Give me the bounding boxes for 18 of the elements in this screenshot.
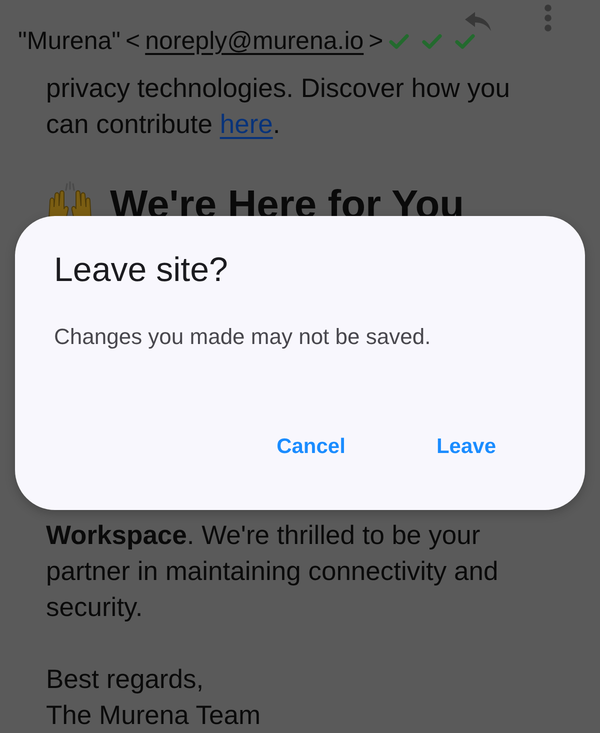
leave-button[interactable]: Leave (420, 427, 512, 467)
dialog-message: Changes you made may not be saved. (54, 323, 432, 351)
more-options-icon[interactable] (543, 4, 553, 32)
check-icon (389, 34, 410, 48)
dialog-title: Leave site? (54, 250, 229, 290)
reply-icon[interactable] (465, 12, 491, 31)
angle-bracket: < (126, 26, 140, 57)
here-link[interactable]: here (220, 109, 273, 139)
email-address-link[interactable]: noreply@murena.io (145, 24, 364, 58)
body-paragraph: privacy technologies. Discover how you can contribute here. (46, 72, 511, 141)
cancel-button[interactable]: Cancel (260, 427, 362, 467)
sender-name: "Murena" (18, 26, 121, 57)
body-paragraph: Workspace. We're thrilled to be your partner in maintaining connectivity and security. (46, 519, 500, 624)
closing-text: Best regards, (46, 663, 205, 696)
check-icon (422, 34, 442, 48)
signature-text: The Murena Team (46, 699, 262, 732)
angle-bracket: > (368, 26, 384, 57)
check-icon (455, 34, 476, 48)
